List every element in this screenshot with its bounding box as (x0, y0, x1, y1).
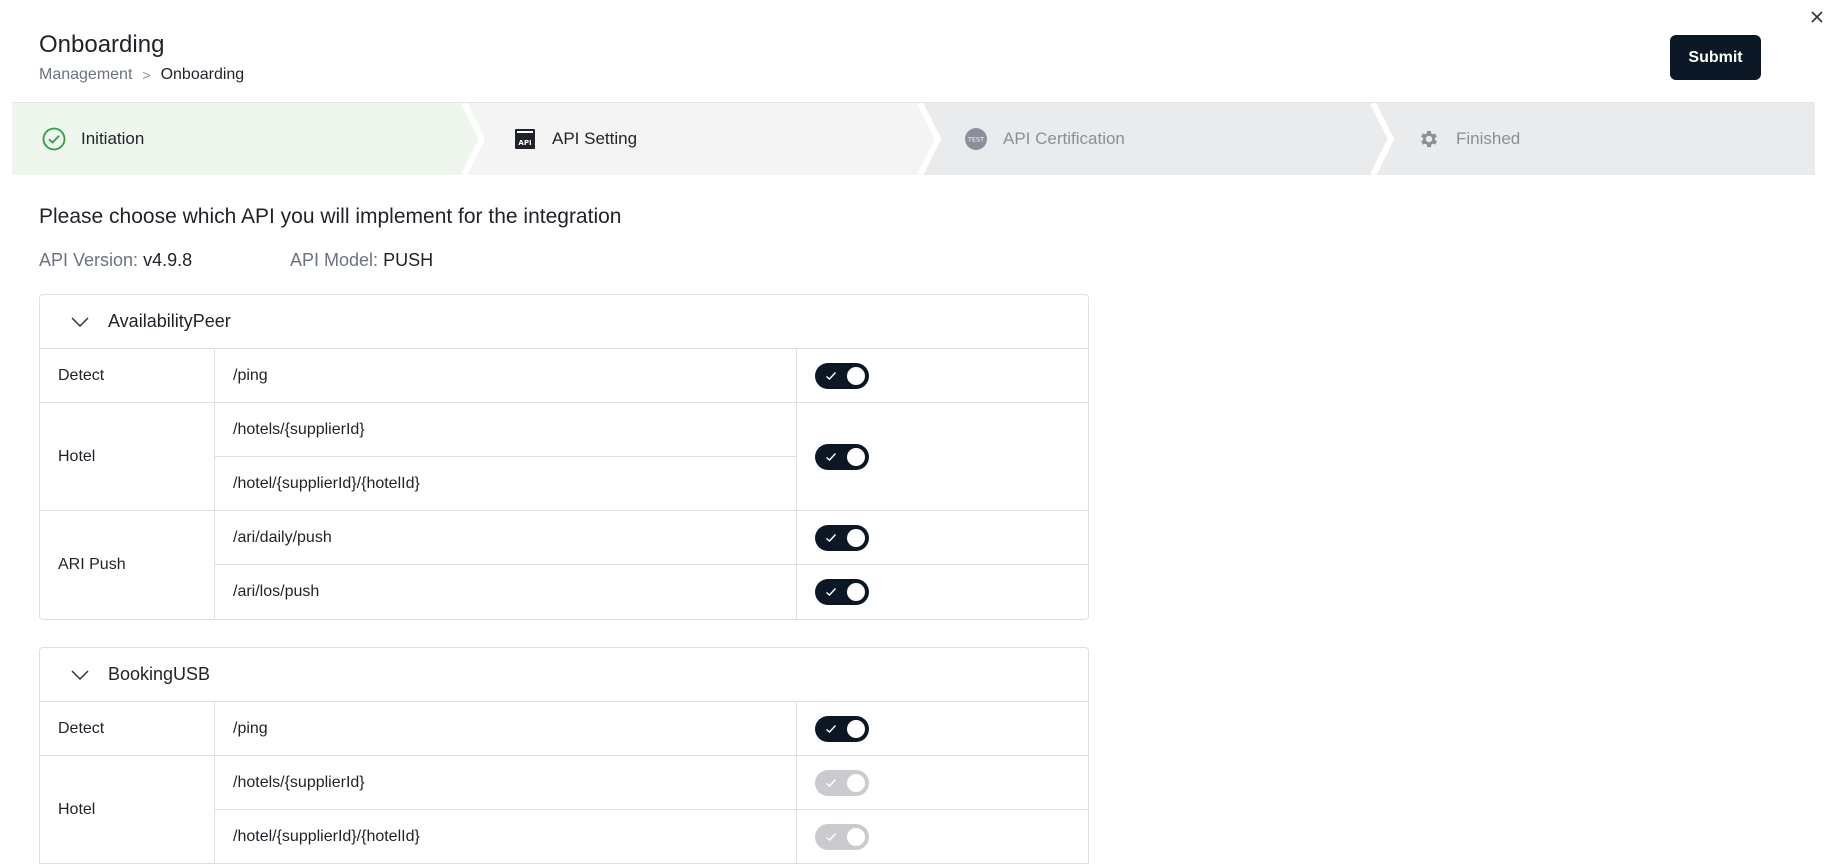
section-question: Please choose which API you will impleme… (39, 205, 622, 228)
api-icon: API (512, 126, 538, 152)
group-header[interactable]: AvailabilityPeer (40, 295, 1088, 349)
toggle-knob (847, 773, 865, 792)
api-version-value: v4.9.8 (143, 250, 193, 270)
check-circle-icon (41, 126, 67, 152)
endpoint-toggle[interactable] (815, 443, 869, 470)
api-model-label: API Model: (290, 250, 379, 270)
toggle-cell (797, 565, 1088, 619)
toggle-cell (797, 702, 1088, 756)
step-initiation[interactable]: Initiation (41, 103, 144, 175)
submit-button[interactable]: Submit (1670, 35, 1761, 80)
group-name: BookingUSB (108, 664, 211, 684)
toggle-cell (797, 403, 1088, 511)
toggle-knob (847, 583, 865, 601)
step-label: API Setting (552, 129, 638, 148)
step-finished[interactable]: Finished (1416, 103, 1520, 175)
check-icon (826, 452, 837, 461)
toggle-knob (847, 528, 865, 547)
step-api-setting[interactable]: API API Setting (512, 103, 637, 175)
toggle-cell (797, 810, 1088, 864)
test-icon: TEST (963, 126, 989, 152)
stepper-background (12, 103, 1395, 175)
endpoint-toggle[interactable] (815, 362, 869, 389)
api-version: API Version: v4.9.8 (39, 250, 192, 271)
api-model: API Model: PUSH (290, 250, 433, 271)
svg-text:API: API (518, 139, 531, 147)
api-group-bookingusb: BookingUSB Detect /ping Hotel /hotels/{s… (39, 647, 1089, 864)
breadcrumb-current: Onboarding (160, 66, 245, 83)
toggle-knob (847, 366, 865, 385)
group-header[interactable]: BookingUSB (40, 648, 1088, 702)
page-title: Onboarding (39, 31, 165, 58)
step-label: Initiation (81, 129, 145, 148)
step-label: Finished (1456, 129, 1521, 148)
endpoint-toggle[interactable] (815, 715, 869, 742)
endpoint-cell: /hotels/{supplierId} (215, 403, 797, 457)
category-cell: Detect (40, 349, 215, 403)
close-button[interactable] (1806, 6, 1828, 28)
chevron-down-icon[interactable] (70, 312, 90, 332)
endpoint-cell: /ping (215, 702, 797, 756)
category-cell: Hotel (40, 403, 215, 511)
breadcrumb-separator: > (142, 67, 151, 83)
endpoint-cell: /hotels/{supplierId} (215, 756, 797, 810)
toggle-cell (797, 349, 1088, 403)
check-icon (826, 832, 837, 841)
check-icon (826, 588, 837, 596)
endpoint-toggle-disabled (815, 769, 869, 796)
toggle-knob (847, 827, 865, 846)
endpoint-cell: /ari/daily/push (215, 511, 797, 565)
endpoint-cell: /ari/los/push (215, 565, 797, 619)
stepper: Initiation API API Setting TEST API Cert… (12, 103, 1815, 175)
toggle-cell (797, 756, 1088, 810)
close-icon (1811, 11, 1823, 23)
endpoint-cell: /hotel/{supplierId}/{hotelId} (215, 457, 797, 511)
api-model-value: PUSH (383, 250, 434, 270)
chevron-down-icon[interactable] (70, 665, 90, 685)
page-header: Onboarding Management > Onboarding (39, 30, 244, 84)
toggle-knob (847, 719, 865, 738)
check-icon (826, 371, 837, 380)
api-version-label: API Version: (39, 250, 139, 270)
api-group-availabilitypeer: AvailabilityPeer Detect /ping Hotel /hot… (39, 294, 1089, 620)
category-cell: Detect (40, 702, 215, 756)
gear-icon (1416, 126, 1442, 152)
step-label: API Certification (1003, 129, 1125, 148)
endpoint-cell: /hotel/{supplierId}/{hotelId} (215, 810, 797, 864)
toggle-cell (797, 511, 1088, 565)
category-cell: ARI Push (40, 511, 215, 619)
svg-text:TEST: TEST (967, 136, 984, 144)
group-name: AvailabilityPeer (108, 311, 231, 331)
endpoint-toggle[interactable] (815, 524, 869, 551)
check-icon (826, 533, 837, 542)
breadcrumb-parent[interactable]: Management (39, 66, 132, 84)
endpoint-cell: /ping (215, 349, 797, 403)
check-icon (826, 724, 837, 733)
check-icon (826, 778, 837, 787)
category-cell: Hotel (40, 756, 215, 864)
toggle-knob (847, 447, 865, 466)
breadcrumb: Management > Onboarding (39, 66, 244, 84)
endpoint-toggle-disabled (815, 823, 869, 850)
endpoint-toggle[interactable] (815, 579, 869, 605)
step-api-certification[interactable]: TEST API Certification (963, 103, 1125, 175)
